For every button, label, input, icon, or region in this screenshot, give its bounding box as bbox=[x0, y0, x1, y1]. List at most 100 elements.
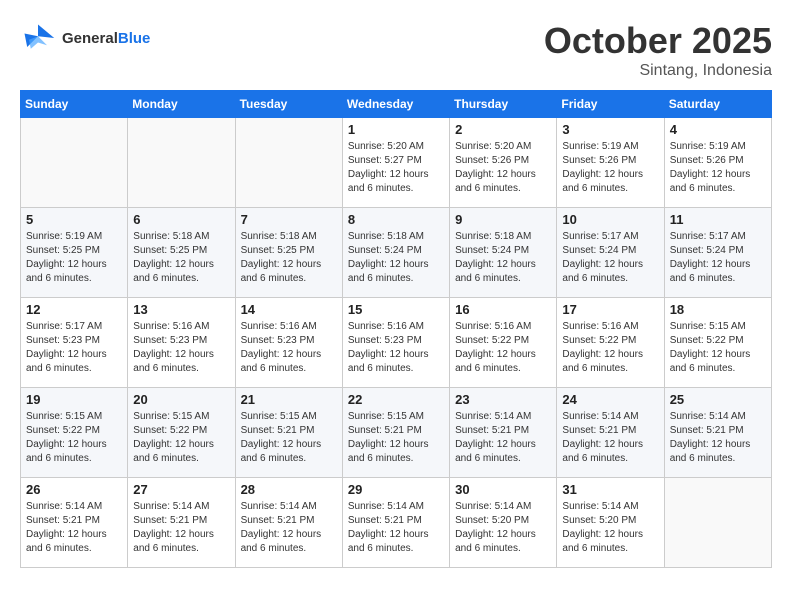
day-info: Sunrise: 5:18 AM Sunset: 5:25 PM Dayligh… bbox=[133, 230, 229, 286]
day-info: Sunrise: 5:16 AM Sunset: 5:23 PM Dayligh… bbox=[133, 320, 229, 376]
day-info: Sunrise: 5:15 AM Sunset: 5:22 PM Dayligh… bbox=[670, 320, 766, 376]
day-number: 8 bbox=[348, 212, 444, 227]
day-info: Sunrise: 5:14 AM Sunset: 5:21 PM Dayligh… bbox=[241, 500, 337, 556]
day-info: Sunrise: 5:16 AM Sunset: 5:22 PM Dayligh… bbox=[562, 320, 658, 376]
title-area: October 2025 Sintang, Indonesia bbox=[544, 20, 772, 80]
calendar-cell: 15 Sunrise: 5:16 AM Sunset: 5:23 PM Dayli… bbox=[342, 298, 449, 388]
day-number: 15 bbox=[348, 302, 444, 317]
day-info: Sunrise: 5:19 AM Sunset: 5:26 PM Dayligh… bbox=[562, 140, 658, 196]
calendar-cell: 7Sunrise: 5:18 AM Sunset: 5:25 PM Daylig… bbox=[235, 208, 342, 298]
calendar-week-1: 1 Sunrise: 5:20 AM Sunset: 5:27 PM Daylig… bbox=[21, 118, 772, 208]
calendar-cell: 25 Sunrise: 5:14 AM Sunset: 5:21 PM Dayli… bbox=[664, 388, 771, 478]
day-info: Sunrise: 5:14 AM Sunset: 5:20 PM Dayligh… bbox=[455, 500, 551, 556]
calendar-week-2: 5 Sunrise: 5:19 AM Sunset: 5:25 PM Daylig… bbox=[21, 208, 772, 298]
logo-text: GeneralBlue bbox=[62, 30, 150, 47]
day-info: Sunrise: 5:15 AM Sunset: 5:21 PM Dayligh… bbox=[241, 410, 337, 466]
calendar-cell: 13Sunrise: 5:16 AM Sunset: 5:23 PM Dayli… bbox=[128, 298, 235, 388]
calendar-cell: 22 Sunrise: 5:15 AM Sunset: 5:21 PM Dayli… bbox=[342, 388, 449, 478]
day-number: 2 bbox=[455, 122, 551, 137]
header-day-sunday: Sunday bbox=[21, 91, 128, 118]
day-info: Sunrise: 5:20 AM Sunset: 5:27 PM Dayligh… bbox=[348, 140, 444, 196]
day-number: 11 bbox=[670, 212, 766, 227]
day-info: Sunrise: 5:16 AM Sunset: 5:23 PM Dayligh… bbox=[241, 320, 337, 376]
calendar-cell: 20 Sunrise: 5:15 AM Sunset: 5:22 PM Dayli… bbox=[128, 388, 235, 478]
calendar-cell: 31Sunrise: 5:14 AM Sunset: 5:20 PM Dayli… bbox=[557, 478, 664, 568]
header-day-tuesday: Tuesday bbox=[235, 91, 342, 118]
day-number: 20 bbox=[133, 392, 229, 407]
calendar-cell bbox=[235, 118, 342, 208]
header-day-wednesday: Wednesday bbox=[342, 91, 449, 118]
day-number: 28 bbox=[241, 482, 337, 497]
logo-icon bbox=[20, 20, 56, 56]
day-number: 30 bbox=[455, 482, 551, 497]
calendar-cell: 11Sunrise: 5:17 AM Sunset: 5:24 PM Dayli… bbox=[664, 208, 771, 298]
day-number: 16 bbox=[455, 302, 551, 317]
day-info: Sunrise: 5:16 AM Sunset: 5:22 PM Dayligh… bbox=[455, 320, 551, 376]
day-number: 14 bbox=[241, 302, 337, 317]
day-info: Sunrise: 5:15 AM Sunset: 5:22 PM Dayligh… bbox=[133, 410, 229, 466]
day-number: 12 bbox=[26, 302, 122, 317]
calendar-week-3: 12 Sunrise: 5:17 AM Sunset: 5:23 PM Dayli… bbox=[21, 298, 772, 388]
calendar-week-5: 26 Sunrise: 5:14 AM Sunset: 5:21 PM Dayli… bbox=[21, 478, 772, 568]
day-info: Sunrise: 5:16 AM Sunset: 5:23 PM Dayligh… bbox=[348, 320, 444, 376]
calendar-cell: 6 Sunrise: 5:18 AM Sunset: 5:25 PM Daylig… bbox=[128, 208, 235, 298]
day-info: Sunrise: 5:14 AM Sunset: 5:20 PM Dayligh… bbox=[562, 500, 658, 556]
day-info: Sunrise: 5:20 AM Sunset: 5:26 PM Dayligh… bbox=[455, 140, 551, 196]
calendar-cell bbox=[664, 478, 771, 568]
calendar-cell bbox=[21, 118, 128, 208]
calendar-cell: 2 Sunrise: 5:20 AM Sunset: 5:26 PM Daylig… bbox=[450, 118, 557, 208]
header: GeneralBlue October 2025 Sintang, Indone… bbox=[20, 20, 772, 80]
header-day-friday: Friday bbox=[557, 91, 664, 118]
day-number: 18 bbox=[670, 302, 766, 317]
day-info: Sunrise: 5:14 AM Sunset: 5:21 PM Dayligh… bbox=[455, 410, 551, 466]
calendar-cell: 10Sunrise: 5:17 AM Sunset: 5:24 PM Dayli… bbox=[557, 208, 664, 298]
day-info: Sunrise: 5:18 AM Sunset: 5:24 PM Dayligh… bbox=[455, 230, 551, 286]
day-number: 19 bbox=[26, 392, 122, 407]
day-number: 6 bbox=[133, 212, 229, 227]
day-info: Sunrise: 5:14 AM Sunset: 5:21 PM Dayligh… bbox=[26, 500, 122, 556]
day-number: 21 bbox=[241, 392, 337, 407]
day-number: 4 bbox=[670, 122, 766, 137]
day-number: 29 bbox=[348, 482, 444, 497]
day-info: Sunrise: 5:17 AM Sunset: 5:23 PM Dayligh… bbox=[26, 320, 122, 376]
header-day-thursday: Thursday bbox=[450, 91, 557, 118]
calendar-cell: 26 Sunrise: 5:14 AM Sunset: 5:21 PM Dayli… bbox=[21, 478, 128, 568]
calendar-cell: 23Sunrise: 5:14 AM Sunset: 5:21 PM Dayli… bbox=[450, 388, 557, 478]
calendar-cell: 16 Sunrise: 5:16 AM Sunset: 5:22 PM Dayli… bbox=[450, 298, 557, 388]
calendar-cell: 28 Sunrise: 5:14 AM Sunset: 5:21 PM Dayli… bbox=[235, 478, 342, 568]
calendar-cell: 30 Sunrise: 5:14 AM Sunset: 5:20 PM Dayli… bbox=[450, 478, 557, 568]
calendar-cell: 3 Sunrise: 5:19 AM Sunset: 5:26 PM Daylig… bbox=[557, 118, 664, 208]
calendar-cell: 18 Sunrise: 5:15 AM Sunset: 5:22 PM Dayli… bbox=[664, 298, 771, 388]
calendar-cell: 29 Sunrise: 5:14 AM Sunset: 5:21 PM Dayli… bbox=[342, 478, 449, 568]
day-number: 17 bbox=[562, 302, 658, 317]
day-number: 22 bbox=[348, 392, 444, 407]
day-info: Sunrise: 5:14 AM Sunset: 5:21 PM Dayligh… bbox=[562, 410, 658, 466]
day-info: Sunrise: 5:15 AM Sunset: 5:21 PM Dayligh… bbox=[348, 410, 444, 466]
calendar-cell: 17 Sunrise: 5:16 AM Sunset: 5:22 PM Dayli… bbox=[557, 298, 664, 388]
day-number: 27 bbox=[133, 482, 229, 497]
calendar-week-4: 19 Sunrise: 5:15 AM Sunset: 5:22 PM Dayli… bbox=[21, 388, 772, 478]
day-number: 9 bbox=[455, 212, 551, 227]
day-info: Sunrise: 5:19 AM Sunset: 5:25 PM Dayligh… bbox=[26, 230, 122, 286]
day-number: 5 bbox=[26, 212, 122, 227]
day-number: 10 bbox=[562, 212, 658, 227]
day-number: 25 bbox=[670, 392, 766, 407]
calendar-cell: 19 Sunrise: 5:15 AM Sunset: 5:22 PM Dayli… bbox=[21, 388, 128, 478]
day-info: Sunrise: 5:15 AM Sunset: 5:22 PM Dayligh… bbox=[26, 410, 122, 466]
header-day-monday: Monday bbox=[128, 91, 235, 118]
day-number: 26 bbox=[26, 482, 122, 497]
calendar-cell: 14 Sunrise: 5:16 AM Sunset: 5:23 PM Dayli… bbox=[235, 298, 342, 388]
day-number: 7 bbox=[241, 212, 337, 227]
month-title: October 2025 bbox=[544, 20, 772, 62]
day-number: 3 bbox=[562, 122, 658, 137]
day-number: 24 bbox=[562, 392, 658, 407]
calendar-table: SundayMondayTuesdayWednesdayThursdayFrid… bbox=[20, 90, 772, 568]
calendar-cell: 9 Sunrise: 5:18 AM Sunset: 5:24 PM Daylig… bbox=[450, 208, 557, 298]
calendar-cell: 1 Sunrise: 5:20 AM Sunset: 5:27 PM Daylig… bbox=[342, 118, 449, 208]
day-info: Sunrise: 5:19 AM Sunset: 5:26 PM Dayligh… bbox=[670, 140, 766, 196]
day-info: Sunrise: 5:14 AM Sunset: 5:21 PM Dayligh… bbox=[670, 410, 766, 466]
calendar-cell: 24 Sunrise: 5:14 AM Sunset: 5:21 PM Dayli… bbox=[557, 388, 664, 478]
day-info: Sunrise: 5:14 AM Sunset: 5:21 PM Dayligh… bbox=[133, 500, 229, 556]
day-info: Sunrise: 5:14 AM Sunset: 5:21 PM Dayligh… bbox=[348, 500, 444, 556]
day-number: 1 bbox=[348, 122, 444, 137]
